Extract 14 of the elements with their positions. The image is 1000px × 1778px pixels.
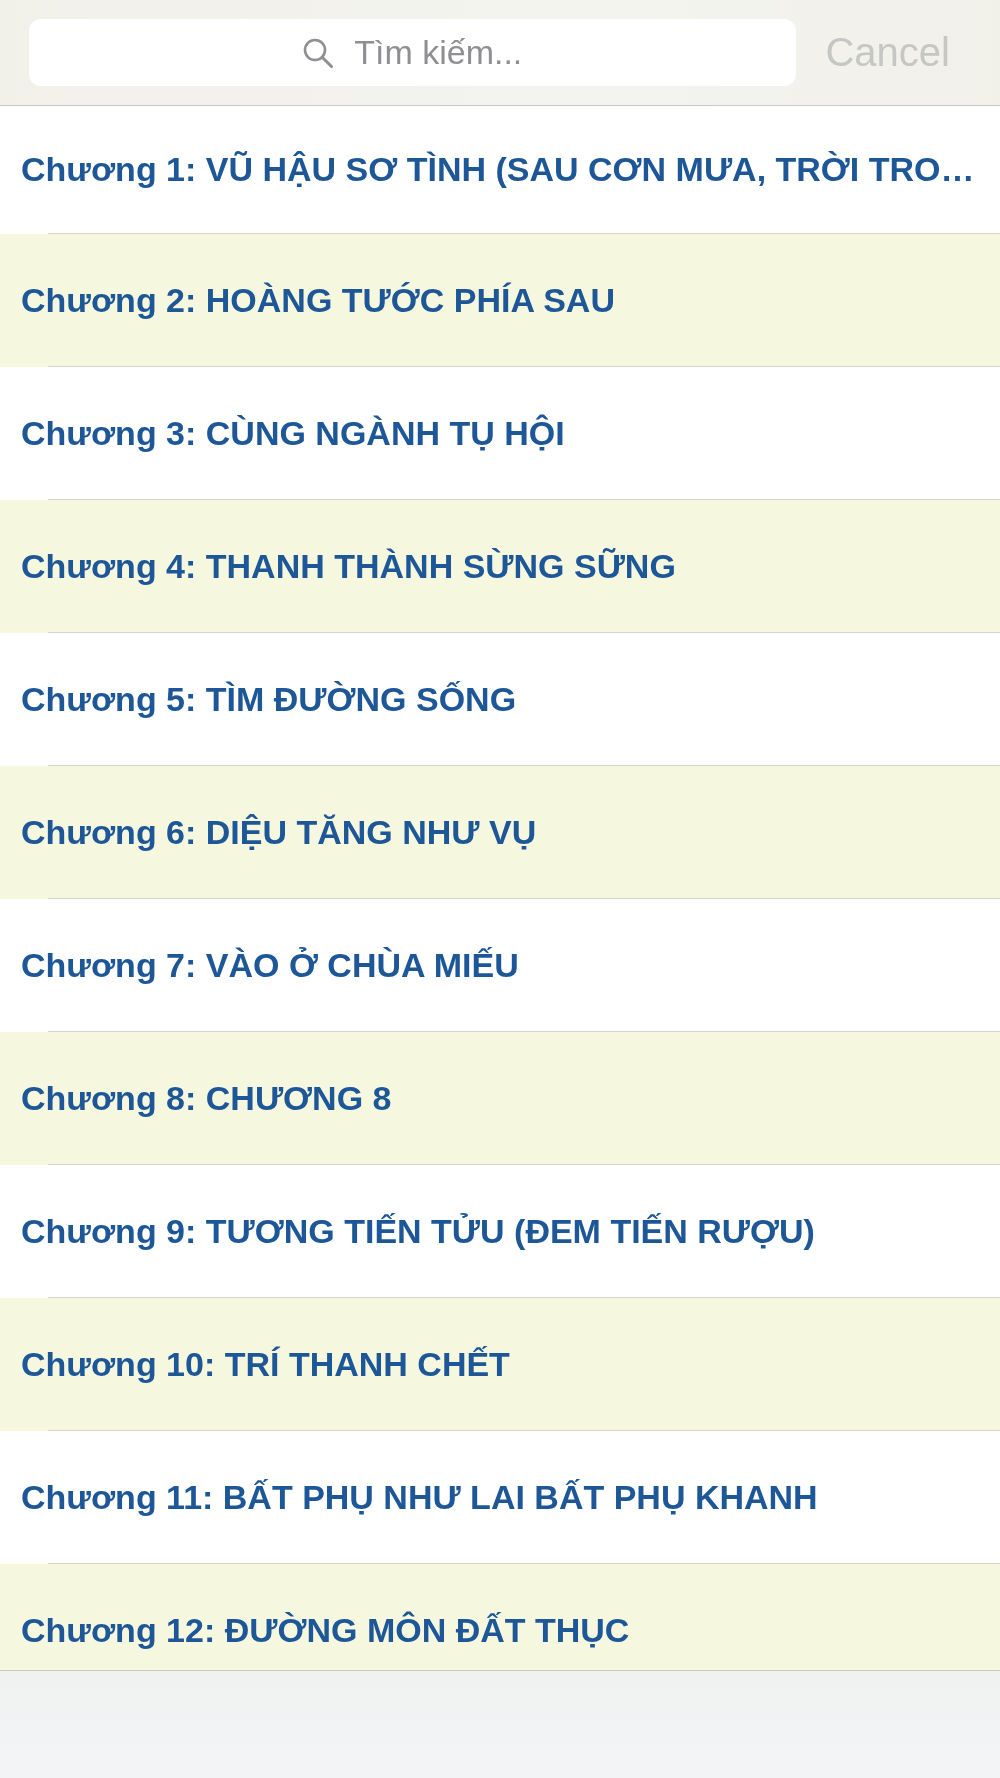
search-icon	[303, 38, 333, 68]
chapter-item[interactable]: Chương 11: BẤT PHỤ NHƯ LAI BẤT PHỤ KHANH	[0, 1431, 1000, 1564]
chapter-item[interactable]: Chương 4: THANH THÀNH SỪNG SỮNG	[0, 500, 1000, 633]
chapter-item[interactable]: Chương 3: CÙNG NGÀNH TỤ HỘI	[0, 367, 1000, 500]
chapter-item[interactable]: Chương 10: TRÍ THANH CHẾT	[0, 1298, 1000, 1431]
chapter-item[interactable]: Chương 1: VŨ HẬU SƠ TÌNH (SAU CƠN MƯA, TRỜI TRO…	[0, 106, 1000, 234]
chapter-item[interactable]: Chương 12: ĐƯỜNG MÔN ĐẤT THỤC	[0, 1564, 1000, 1670]
chapter-item[interactable]: Chương 9: TƯƠNG TIẾN TỬU (ĐEM TIẾN RƯỢU)	[0, 1165, 1000, 1298]
chapter-item[interactable]: Chương 8: CHƯƠNG 8	[0, 1032, 1000, 1165]
chapter-item[interactable]: Chương 2: HOÀNG TƯỚC PHÍA SAU	[0, 234, 1000, 367]
chapter-item[interactable]: Chương 5: TÌM ĐƯỜNG SỐNG	[0, 633, 1000, 766]
chapter-item[interactable]: Chương 7: VÀO Ở CHÙA MIẾU	[0, 899, 1000, 1032]
chapter-item[interactable]: Chương 6: DIỆU TĂNG NHƯ VỤ	[0, 766, 1000, 899]
search-field[interactable]: Tìm kiếm...	[29, 19, 797, 86]
